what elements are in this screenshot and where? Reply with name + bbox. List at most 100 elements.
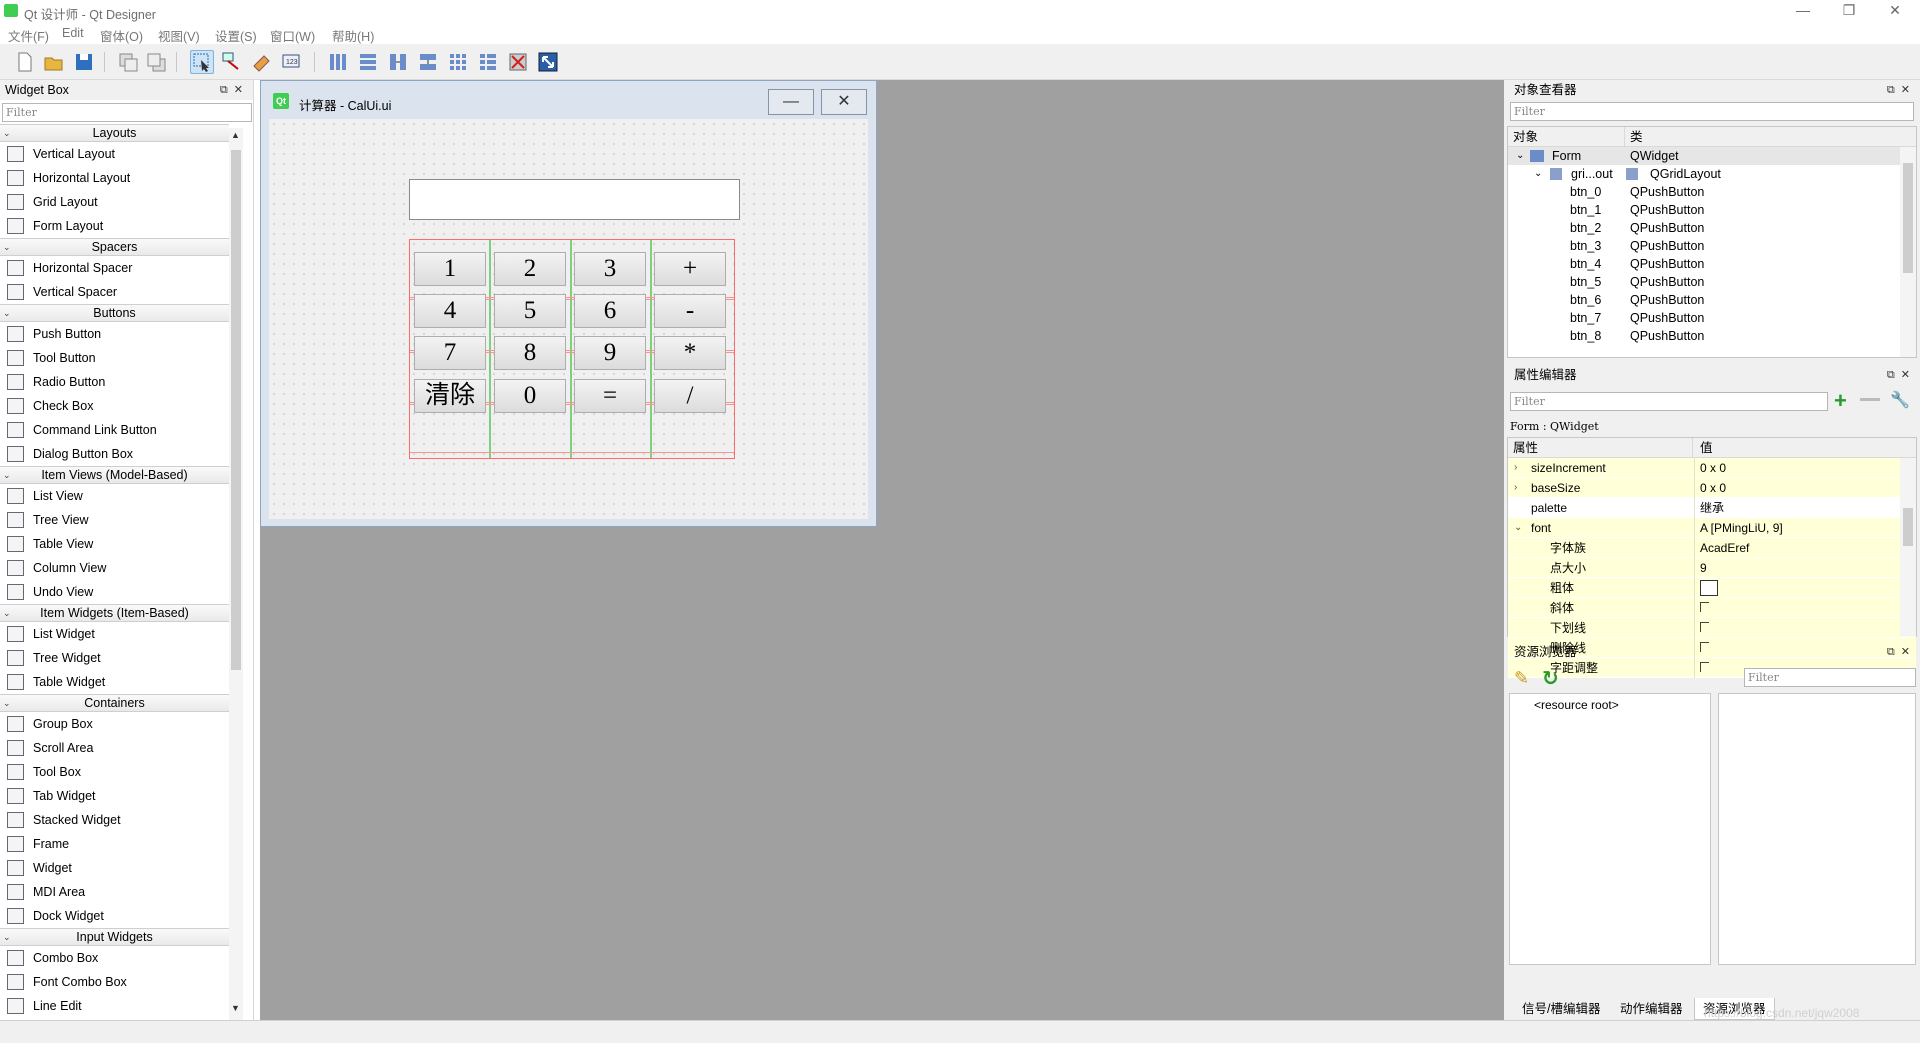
- widget-item[interactable]: List Widget: [0, 622, 229, 646]
- bring-to-front-icon[interactable]: [144, 50, 168, 74]
- property-value[interactable]: 继承: [1700, 498, 1724, 518]
- object-tree[interactable]: 对象 类 ⌄ Form QWidget ⌄ gri...out QGridLayout bt…: [1507, 126, 1917, 358]
- widget-item[interactable]: MDI Area: [0, 880, 229, 904]
- tab-signal-slot-editor[interactable]: 信号/槽编辑器: [1514, 998, 1608, 1020]
- widget-item[interactable]: Group Box: [0, 712, 229, 736]
- dock-float-close-icon[interactable]: ⧉✕: [1887, 642, 1916, 662]
- property-row[interactable]: › baseSize 0 x 0: [1508, 478, 1916, 498]
- edit-tab-order-icon[interactable]: 123: [280, 50, 304, 74]
- edit-resources-pencil-icon[interactable]: ✎: [1514, 668, 1529, 689]
- resource-root[interactable]: <resource root>: [1534, 698, 1619, 712]
- widget-item[interactable]: Horizontal Spacer: [0, 256, 229, 280]
- object-row[interactable]: btn_0 QPushButton: [1508, 183, 1916, 201]
- calc-key-button[interactable]: 7: [414, 336, 486, 370]
- category-header[interactable]: ⌄ Buttons: [0, 304, 229, 322]
- widget-item[interactable]: Dialog Button Box: [0, 442, 229, 466]
- object-row[interactable]: btn_3 QPushButton: [1508, 237, 1916, 255]
- calc-key-button[interactable]: 8: [494, 336, 566, 370]
- widget-item[interactable]: Vertical Layout: [0, 142, 229, 166]
- calc-key-button[interactable]: /: [654, 379, 726, 413]
- calc-key-button[interactable]: +: [654, 252, 726, 286]
- tab-action-editor[interactable]: 动作编辑器: [1612, 998, 1691, 1020]
- dock-float-close-icon[interactable]: ⧉✕: [220, 80, 249, 100]
- edit-signals-slots-icon[interactable]: [220, 50, 244, 74]
- category-header[interactable]: ⌄ Layouts: [0, 124, 229, 142]
- calc-key-button[interactable]: =: [574, 379, 646, 413]
- chevron-right-icon[interactable]: ›: [1514, 458, 1517, 478]
- restore-button[interactable]: ❐: [1826, 0, 1872, 22]
- configure-wrench-icon[interactable]: 🔧: [1890, 390, 1910, 410]
- calc-key-button[interactable]: -: [654, 294, 726, 328]
- category-header[interactable]: ⌄ Item Views (Model-Based): [0, 466, 229, 484]
- dock-float-close-icon[interactable]: ⧉✕: [1887, 80, 1916, 100]
- widget-item[interactable]: Tool Button: [0, 346, 229, 370]
- object-filter-input[interactable]: Filter: [1510, 102, 1914, 121]
- widget-item[interactable]: Undo View: [0, 580, 229, 604]
- property-row[interactable]: 字体族 AcadEref: [1508, 538, 1916, 558]
- widget-item[interactable]: Font Combo Box: [0, 970, 229, 994]
- resource-tree[interactable]: <resource root>: [1509, 693, 1711, 965]
- property-value[interactable]: 0 x 0: [1700, 478, 1726, 498]
- resource-filter-input[interactable]: Filter: [1744, 668, 1916, 687]
- widget-item[interactable]: Vertical Spacer: [0, 280, 229, 304]
- widget-item[interactable]: Stacked Widget: [0, 808, 229, 832]
- new-file-icon[interactable]: [12, 50, 36, 74]
- edit-buddies-icon[interactable]: [250, 50, 274, 74]
- object-row[interactable]: ⌄ Form QWidget: [1508, 147, 1916, 165]
- menu-view[interactable]: 视图(V): [158, 26, 200, 45]
- widget-item[interactable]: Tree View: [0, 508, 229, 532]
- calc-key-button[interactable]: 3: [574, 252, 646, 286]
- calc-key-button[interactable]: *: [654, 336, 726, 370]
- grid-layout[interactable]: 1 2 3 +4 5 6- 7 8 9 * 清除 0 = /: [409, 239, 735, 459]
- lay-out-horizontally-icon[interactable]: [326, 50, 350, 74]
- save-icon[interactable]: [72, 50, 96, 74]
- menu-settings[interactable]: 设置(S): [215, 26, 257, 45]
- add-dynamic-property-icon[interactable]: +: [1834, 388, 1847, 414]
- property-row[interactable]: 粗体: [1508, 578, 1916, 598]
- widget-item[interactable]: Tool Box: [0, 760, 229, 784]
- property-checkbox[interactable]: [1700, 622, 1709, 632]
- property-table[interactable]: 属性 值 › sizeIncrement 0 x 0 › baseSize 0 x 0 pa…: [1507, 437, 1917, 678]
- property-checkbox[interactable]: [1700, 602, 1709, 612]
- widget-item[interactable]: List View: [0, 484, 229, 508]
- widget-item[interactable]: Grid Layout: [0, 190, 229, 214]
- object-row[interactable]: btn_8 QPushButton: [1508, 327, 1916, 345]
- object-row[interactable]: btn_7 QPushButton: [1508, 309, 1916, 327]
- resource-list[interactable]: [1718, 693, 1916, 965]
- property-checkbox[interactable]: [1700, 662, 1709, 672]
- property-checkbox[interactable]: [1700, 580, 1718, 596]
- form-window[interactable]: Qt 计算器 - CalUi.ui — ✕ 1 2 3 +4 5 6- 7 8 9 * 清除 0 = /: [260, 80, 877, 527]
- calc-key-button[interactable]: 4: [414, 294, 486, 328]
- property-row[interactable]: 下划线: [1508, 618, 1916, 638]
- property-value[interactable]: A [PMingLiU, 9]: [1700, 518, 1783, 538]
- minimize-button[interactable]: —: [1780, 0, 1826, 22]
- calc-key-button[interactable]: 1: [414, 252, 486, 286]
- property-row[interactable]: ⌄ font A [PMingLiU, 9]: [1508, 518, 1916, 538]
- widget-item[interactable]: Line Edit: [0, 994, 229, 1018]
- calc-key-button[interactable]: 2: [494, 252, 566, 286]
- property-value[interactable]: 9: [1700, 558, 1707, 578]
- property-value[interactable]: 0 x 0: [1700, 458, 1726, 478]
- property-filter-input[interactable]: Filter: [1510, 392, 1828, 411]
- widget-item[interactable]: Push Button: [0, 322, 229, 346]
- object-row[interactable]: btn_2 QPushButton: [1508, 219, 1916, 237]
- widget-item[interactable]: Widget: [0, 856, 229, 880]
- chevron-down-icon[interactable]: ⌄: [1534, 165, 1542, 183]
- object-row[interactable]: btn_1 QPushButton: [1508, 201, 1916, 219]
- calc-key-button[interactable]: 9: [574, 336, 646, 370]
- reload-icon[interactable]: ↻: [1542, 666, 1559, 691]
- property-value[interactable]: AcadEref: [1700, 538, 1749, 558]
- break-layout-icon[interactable]: [506, 50, 530, 74]
- scroll-up-icon[interactable]: ▲: [231, 130, 240, 140]
- chevron-right-icon[interactable]: ›: [1514, 478, 1517, 498]
- chevron-down-icon[interactable]: ⌄: [1514, 518, 1522, 538]
- widget-item[interactable]: Table Widget: [0, 670, 229, 694]
- adjust-size-icon[interactable]: [536, 50, 560, 74]
- close-button[interactable]: ✕: [1872, 0, 1918, 22]
- property-row[interactable]: 斜体: [1508, 598, 1916, 618]
- widget-item[interactable]: Scroll Area: [0, 736, 229, 760]
- widget-item[interactable]: Table View: [0, 532, 229, 556]
- widget-item[interactable]: Command Link Button: [0, 418, 229, 442]
- widget-item[interactable]: Combo Box: [0, 946, 229, 970]
- widget-filter-input[interactable]: Filter: [2, 103, 252, 122]
